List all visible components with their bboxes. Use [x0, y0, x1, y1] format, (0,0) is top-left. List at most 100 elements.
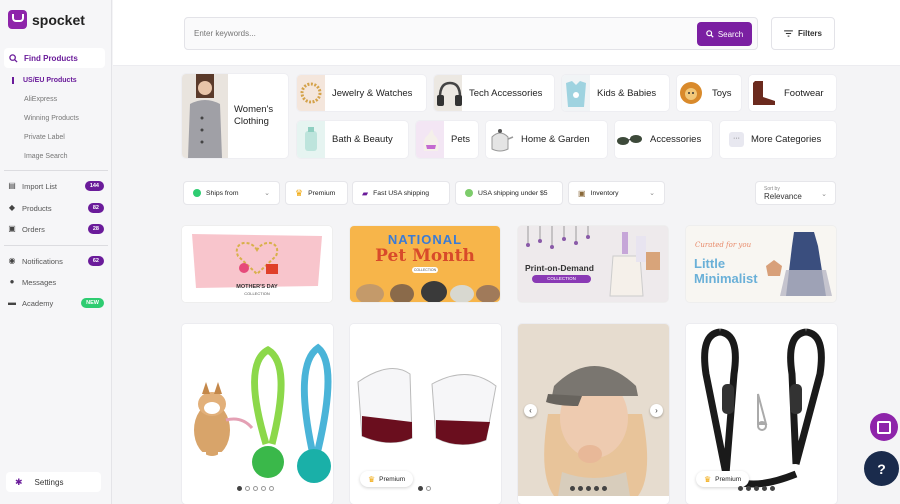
category-bath-beauty[interactable]: Bath & Beauty: [297, 121, 408, 158]
banner-national-pet-month[interactable]: NATIONAL Pet Month COLLECTION: [350, 226, 500, 302]
category-accessories[interactable]: Accessories: [615, 121, 712, 158]
category-more-categories[interactable]: ··· More Categories: [720, 121, 836, 158]
sort-dropdown[interactable]: Sort by Relevance ⌄: [755, 181, 836, 205]
category-home-garden[interactable]: Home & Garden: [486, 121, 607, 158]
count-badge: 28: [87, 224, 104, 234]
category-image: [297, 121, 325, 158]
ships-from-dropdown[interactable]: Ships from ⌄: [183, 181, 280, 205]
search-input[interactable]: [194, 29, 594, 38]
banner-title: Minimalist: [694, 271, 758, 286]
top-bar: Search Filters: [113, 0, 900, 66]
banner-mothers-day[interactable]: MOTHER'S DAY COLLECTION: [182, 226, 332, 302]
inventory-dropdown[interactable]: ▣ Inventory ⌄: [568, 181, 665, 205]
product-card-baseball-cap[interactable]: ‹ ›: [518, 324, 669, 504]
previous-image-button[interactable]: ‹: [524, 404, 537, 417]
category-kids-babies[interactable]: Kids & Babies: [562, 75, 669, 111]
next-image-button[interactable]: ›: [650, 404, 663, 417]
logo[interactable]: spocket: [8, 10, 85, 29]
nav-label: Import List: [22, 181, 58, 191]
category-image: [486, 121, 514, 158]
chevron-down-icon: ⌄: [821, 191, 827, 198]
search-icon: [9, 53, 18, 63]
image-carousel-dots[interactable]: [570, 486, 607, 491]
category-image: [182, 74, 228, 158]
category-image: [749, 75, 777, 111]
more-dots-icon: ···: [729, 132, 744, 147]
count-badge: 62: [87, 256, 104, 266]
gear-icon: ✱: [15, 476, 23, 487]
category-toys[interactable]: Toys: [677, 75, 741, 111]
nav-import-list[interactable]: ▤ Import List 144: [8, 179, 104, 193]
banner-print-on-demand[interactable]: Print-on-Demand COLLECTION: [518, 226, 668, 302]
product-card-wine-glasses[interactable]: ♛ Premium: [350, 324, 501, 504]
nav-label: Orders: [22, 224, 45, 234]
chat-icon: ●: [9, 277, 15, 286]
sub-item-us-eu-products[interactable]: US/EU Products: [12, 77, 77, 84]
product-card-dog-rope-toy[interactable]: [182, 324, 333, 504]
filters-button[interactable]: Filters: [771, 17, 835, 50]
category-womens-clothing[interactable]: Women's Clothing: [182, 74, 288, 158]
category-image: [615, 121, 643, 158]
banner-title: Pet Month: [375, 246, 475, 266]
banner-title: Little: [694, 256, 726, 271]
category-label: Bath & Beauty: [332, 134, 393, 145]
crown-icon: ♛: [368, 474, 376, 484]
nav-find-products[interactable]: Find Products: [4, 48, 105, 68]
divider: [4, 245, 108, 246]
nav-products[interactable]: ◆ Products 82: [8, 201, 104, 215]
category-label: Kids & Babies: [597, 87, 657, 99]
fast-usa-shipping-chip[interactable]: ▰ Fast USA shipping: [352, 181, 450, 205]
pets-illustration: [356, 281, 500, 302]
category-label: Home & Garden: [521, 134, 590, 145]
chip-label: Ships from: [206, 189, 239, 197]
product-card-dog-leash[interactable]: ♛ Premium: [686, 324, 837, 504]
new-badge: NEW: [81, 298, 104, 308]
category-tech-accessories[interactable]: Tech Accessories: [434, 75, 554, 111]
sub-item-aliexpress[interactable]: AliExpress: [12, 96, 57, 103]
image-carousel-dots[interactable]: [738, 486, 775, 491]
banner-subtitle: COLLECTION: [244, 291, 270, 296]
nav-academy[interactable]: ▬ Academy NEW: [8, 296, 104, 310]
category-image: [677, 75, 705, 111]
premium-badge: ♛ Premium: [696, 471, 750, 487]
search-button-label: Search: [717, 29, 744, 39]
help-button[interactable]: ?: [864, 451, 899, 486]
chat-widget-button[interactable]: [870, 413, 898, 441]
banner-title: MOTHER'S DAY: [236, 284, 278, 290]
category-label: Tech Accessories: [469, 87, 543, 99]
search-bar: Search: [184, 17, 758, 50]
nav-orders[interactable]: ▣ Orders 28: [8, 222, 104, 236]
image-carousel-dots[interactable]: [418, 486, 431, 491]
sub-item-image-search[interactable]: Image Search: [12, 153, 68, 160]
settings-button[interactable]: ✱ Settings: [6, 472, 101, 492]
sub-item-winning-products[interactable]: Winning Products: [12, 115, 79, 122]
category-image: [297, 75, 325, 111]
category-footwear[interactable]: Footwear: [749, 75, 836, 111]
category-image: [416, 121, 444, 158]
banner-curated: Curated for you: [695, 241, 752, 249]
banner-title: Print-on-Demand: [525, 263, 594, 273]
nav-label: Products: [22, 203, 52, 213]
spocket-logo-icon: [8, 10, 27, 29]
filter-icon: [784, 30, 793, 37]
image-carousel-dots[interactable]: [237, 486, 274, 491]
sidebar: spocket Find Products US/EU Products Ali…: [0, 0, 112, 504]
settings-label: Settings: [34, 477, 64, 487]
academy-icon: ▬: [8, 298, 16, 307]
usa-shipping-under-chip[interactable]: USA shipping under $5: [455, 181, 563, 205]
tag-icon: ◆: [8, 203, 16, 212]
count-badge: 144: [84, 181, 104, 191]
search-button[interactable]: Search: [697, 22, 752, 46]
nav-notifications[interactable]: ◉ Notifications 62: [8, 254, 104, 268]
divider: [4, 170, 108, 171]
chip-label: Inventory: [590, 189, 619, 197]
bell-icon: ◉: [8, 256, 16, 265]
category-pets[interactable]: Pets: [416, 121, 478, 158]
sub-item-private-label[interactable]: Private Label: [12, 134, 65, 141]
category-jewelry-watches[interactable]: Jewelry & Watches: [297, 75, 426, 111]
nav-find-products-label: Find Products: [24, 53, 78, 63]
nav-messages[interactable]: ● Messages: [8, 275, 104, 289]
premium-badge-label: Premium: [379, 475, 406, 483]
banner-little-minimalist[interactable]: Curated for you Little Minimalist: [686, 226, 836, 302]
premium-filter-chip[interactable]: ♛ Premium: [285, 181, 348, 205]
